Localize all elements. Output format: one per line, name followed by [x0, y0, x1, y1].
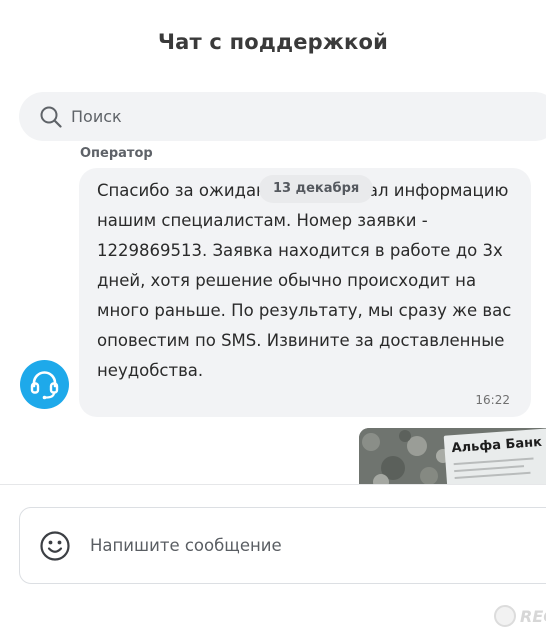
watermark-logo-icon — [494, 605, 516, 627]
message-bubble[interactable]: Спасибо за ожидание. Я передал информаци… — [79, 168, 531, 417]
search-input[interactable] — [71, 92, 531, 141]
watermark-text: REC — [520, 607, 546, 626]
composer-divider — [0, 484, 546, 485]
message-time: 16:22 — [475, 393, 510, 407]
message-composer[interactable] — [19, 507, 546, 584]
message-text: Спасибо за ожидание. Я передал информаци… — [97, 181, 512, 380]
smile-icon[interactable] — [39, 530, 71, 562]
page-title: Чат с поддержкой — [157, 30, 388, 54]
support-chat-screen: Чат с поддержкой Оператор Спасибо за ожи… — [0, 0, 546, 638]
receipt-line — [453, 457, 534, 466]
headset-icon — [30, 371, 59, 400]
search-icon — [40, 106, 62, 128]
photo-attachment[interactable]: Альфа Банк — [359, 428, 546, 484]
date-separator: 13 декабря — [259, 175, 374, 203]
receipt-line — [454, 471, 531, 480]
operator-avatar — [20, 360, 69, 409]
bank-card-receipt: Альфа Банк — [443, 428, 546, 484]
receipt-line — [454, 465, 525, 473]
search-bar[interactable] — [19, 92, 546, 141]
message-input[interactable] — [90, 508, 530, 583]
message-list[interactable]: Оператор Спасибо за ожидание. Я передал … — [0, 141, 546, 484]
watermark: REC — [494, 602, 546, 632]
message-sender: Оператор — [80, 146, 153, 161]
receipt-bank-name: Альфа Банк — [451, 434, 543, 457]
